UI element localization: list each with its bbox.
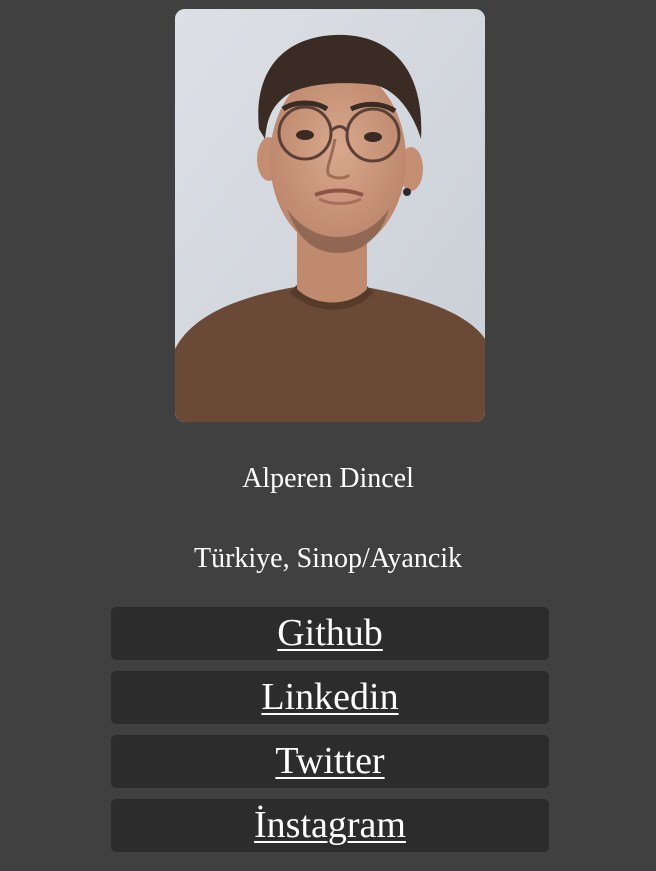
profile-name: Alperen Dincel xyxy=(242,463,414,494)
instagram-link-button[interactable]: İnstagram xyxy=(111,799,549,852)
profile-photo-image xyxy=(175,9,485,422)
profile-location: Türkiye, Sinop/Ayancik xyxy=(193,543,463,574)
github-link-button[interactable]: Github xyxy=(111,607,549,660)
twitter-link-button[interactable]: Twitter xyxy=(111,735,549,788)
profile-page: Alperen Dincel Türkiye, Sinop/Ayancik Gi… xyxy=(0,0,656,871)
profile-photo xyxy=(175,9,485,422)
social-links: Github Linkedin Twitter İnstagram xyxy=(111,607,549,863)
linkedin-link-button[interactable]: Linkedin xyxy=(111,671,549,724)
